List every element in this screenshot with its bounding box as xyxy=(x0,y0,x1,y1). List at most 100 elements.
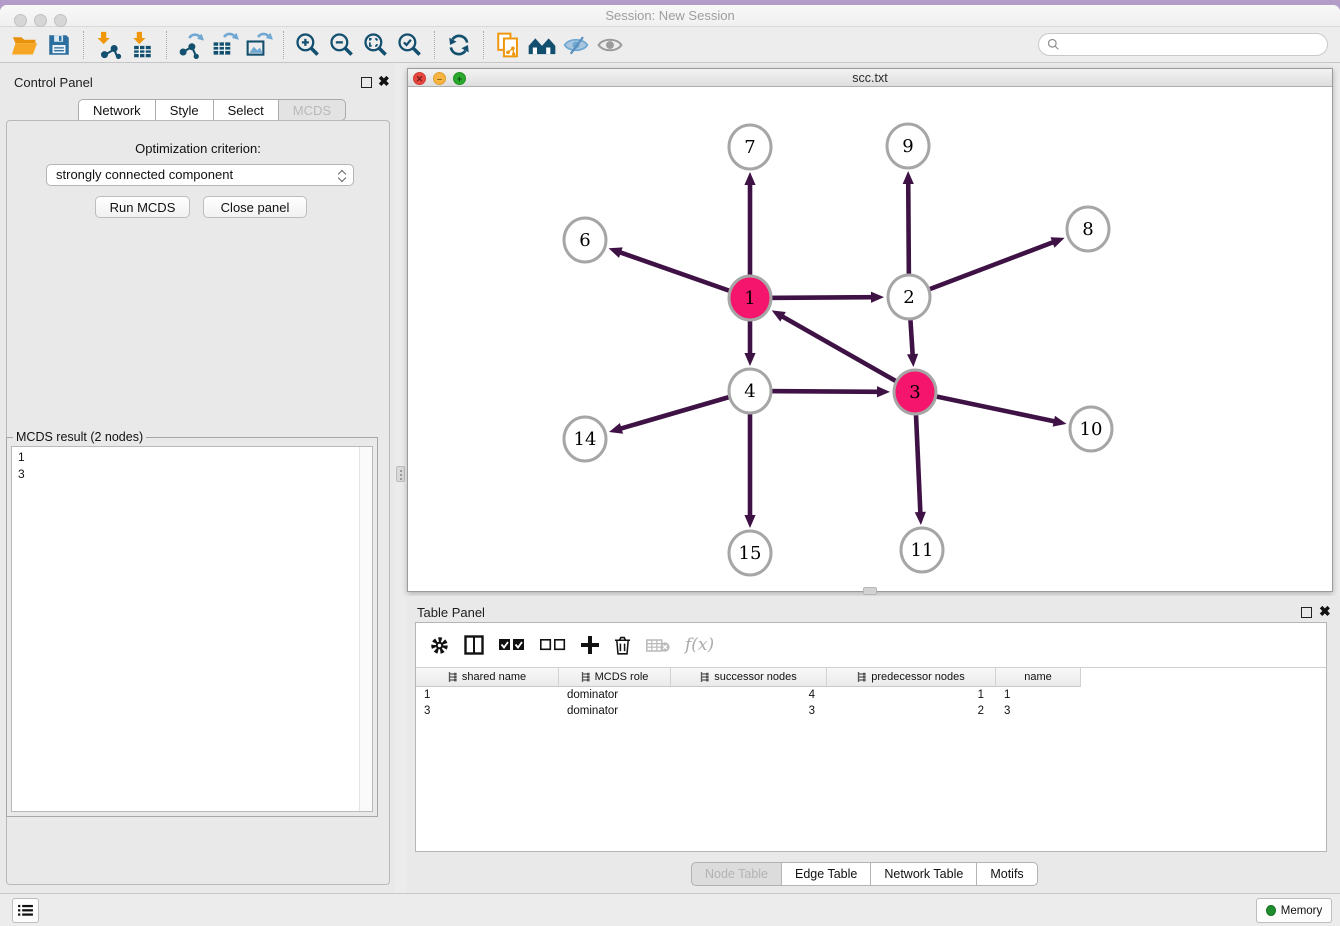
export-network-icon[interactable] xyxy=(174,29,208,61)
graph-node-10[interactable]: 10 xyxy=(1070,407,1112,451)
graph-node-9[interactable]: 9 xyxy=(887,124,929,168)
tab-node-table[interactable]: Node Table xyxy=(691,862,781,886)
tab-network-table[interactable]: Network Table xyxy=(870,862,976,886)
show-column-panel-icon[interactable] xyxy=(464,635,484,655)
column-header[interactable]: successor nodes xyxy=(671,668,827,687)
toolbar-separator xyxy=(434,31,435,59)
import-network-icon[interactable] xyxy=(91,29,125,61)
unselect-all-columns-icon[interactable] xyxy=(540,639,566,651)
graph-edge-arrowhead xyxy=(915,512,926,525)
criterion-select[interactable]: strongly connected component xyxy=(46,164,354,186)
window-titlebar: Session: New Session xyxy=(0,5,1340,27)
graph-node-15[interactable]: 15 xyxy=(729,531,771,575)
column-header[interactable]: name xyxy=(996,668,1081,687)
graph-node-2[interactable]: 2 xyxy=(888,275,930,319)
tab-mcds[interactable]: MCDS xyxy=(278,99,346,121)
tab-network[interactable]: Network xyxy=(78,99,155,121)
svg-text:6: 6 xyxy=(579,230,590,251)
float-table-panel-icon[interactable] xyxy=(1301,607,1312,618)
graph-edge-arrowhead xyxy=(907,354,918,367)
save-session-icon[interactable] xyxy=(42,29,76,61)
import-table-icon[interactable] xyxy=(125,29,159,61)
svg-text:15: 15 xyxy=(739,543,762,564)
panel-splitter-handle[interactable] xyxy=(396,466,405,482)
tab-motifs[interactable]: Motifs xyxy=(976,862,1037,886)
mcds-result-text[interactable]: 1 3 xyxy=(11,446,373,812)
table-toolbar: f(x) xyxy=(416,623,1326,667)
graph-node-3[interactable]: 3 xyxy=(894,370,936,414)
svg-text:3: 3 xyxy=(909,382,920,403)
export-image-icon[interactable] xyxy=(242,29,276,61)
graph-node-6[interactable]: 6 xyxy=(564,218,606,262)
table-settings-gear-icon[interactable] xyxy=(430,636,449,655)
home-layout-icon[interactable] xyxy=(525,29,559,61)
network-canvas[interactable]: 7 9 6 8 1 2 4 3 14 10 15 11 xyxy=(408,87,1332,591)
graph-node-11[interactable]: 11 xyxy=(901,528,943,572)
open-file-icon[interactable] xyxy=(8,29,42,61)
close-panel-icon[interactable]: ✖ xyxy=(378,73,390,90)
duplicate-network-icon[interactable] xyxy=(491,29,525,61)
memory-button[interactable]: Memory xyxy=(1256,898,1332,923)
zoom-in-icon[interactable] xyxy=(291,29,325,61)
column-header[interactable]: predecessor nodes xyxy=(827,668,996,687)
graph-node-1[interactable]: 1 xyxy=(729,276,771,320)
close-panel-button[interactable]: Close panel xyxy=(203,196,307,218)
status-bar: Memory xyxy=(0,893,1340,926)
graph-edge-arrowhead xyxy=(903,171,914,184)
graph-edge-arrowhead xyxy=(1053,416,1067,427)
graph-node-7[interactable]: 7 xyxy=(729,125,771,169)
search-input[interactable] xyxy=(1065,38,1327,52)
graph-node-14[interactable]: 14 xyxy=(564,417,606,461)
graph-edge-arrowhead xyxy=(877,386,890,397)
graph-edge-3-1[interactable] xyxy=(781,316,915,392)
table-panel: Table Panel ✖ xyxy=(407,596,1340,893)
search-field[interactable] xyxy=(1038,33,1328,56)
refresh-icon[interactable] xyxy=(442,29,476,61)
horizontal-splitter-handle[interactable] xyxy=(863,587,877,595)
fx-label: f(x) xyxy=(685,635,714,655)
zoom-selected-icon[interactable] xyxy=(393,29,427,61)
select-all-columns-icon[interactable] xyxy=(499,639,525,651)
task-history-button[interactable] xyxy=(12,898,39,923)
float-panel-icon[interactable] xyxy=(361,77,372,88)
graph-node-8[interactable]: 8 xyxy=(1067,207,1109,251)
graph-edge-2-8[interactable] xyxy=(909,242,1054,297)
result-line: 1 xyxy=(18,449,372,466)
tab-style[interactable]: Style xyxy=(155,99,213,121)
table-panel-tabs: Node Table Edge Table Network Table Moti… xyxy=(691,862,1038,886)
network-window-titlebar[interactable]: ✕ – + scc.txt xyxy=(408,69,1332,87)
run-mcds-button[interactable]: Run MCDS xyxy=(95,196,190,218)
result-scrollbar[interactable] xyxy=(359,447,372,811)
delete-column-icon[interactable] xyxy=(614,636,631,655)
tab-edge-table[interactable]: Edge Table xyxy=(781,862,870,886)
criterion-selected-value: strongly connected component xyxy=(56,167,233,182)
table-row[interactable]: 1 dominator 4 1 1 xyxy=(416,687,1326,703)
function-builder-icon[interactable]: f(x) xyxy=(685,635,714,655)
show-graphics-icon[interactable] xyxy=(593,29,627,61)
graph-edge-arrowhead xyxy=(609,247,623,258)
network-view-window: ✕ – + scc.txt 7 9 6 8 1 2 4 3 14 10 15 11 xyxy=(407,68,1333,592)
column-header[interactable]: shared name xyxy=(416,668,559,687)
export-table-icon[interactable] xyxy=(208,29,242,61)
zoom-out-icon[interactable] xyxy=(325,29,359,61)
hide-graphics-icon[interactable] xyxy=(559,29,593,61)
tab-select[interactable]: Select xyxy=(213,99,278,121)
close-table-panel-icon[interactable]: ✖ xyxy=(1319,603,1331,620)
mcds-result-title: MCDS result (2 nodes) xyxy=(13,430,146,444)
zoom-fit-icon[interactable] xyxy=(359,29,393,61)
graph-node-4[interactable]: 4 xyxy=(729,369,771,413)
svg-text:7: 7 xyxy=(744,137,755,158)
control-panel: Control Panel ✖ Network Style Select MCD… xyxy=(0,63,395,893)
main-toolbar xyxy=(0,27,1340,63)
result-line: 3 xyxy=(18,466,372,483)
search-icon xyxy=(1047,38,1060,51)
graph-edge-arrowhead xyxy=(609,423,623,434)
delete-table-icon[interactable] xyxy=(646,638,670,653)
toolbar-separator xyxy=(483,31,484,59)
graph-edge-arrowhead xyxy=(744,515,755,528)
column-header[interactable]: MCDS role xyxy=(559,668,671,687)
table-row[interactable]: 3 dominator 3 2 3 xyxy=(416,703,1326,719)
create-column-icon[interactable] xyxy=(581,636,599,654)
graph-edge-arrowhead xyxy=(871,292,884,303)
select-stepper-icon xyxy=(336,167,348,184)
